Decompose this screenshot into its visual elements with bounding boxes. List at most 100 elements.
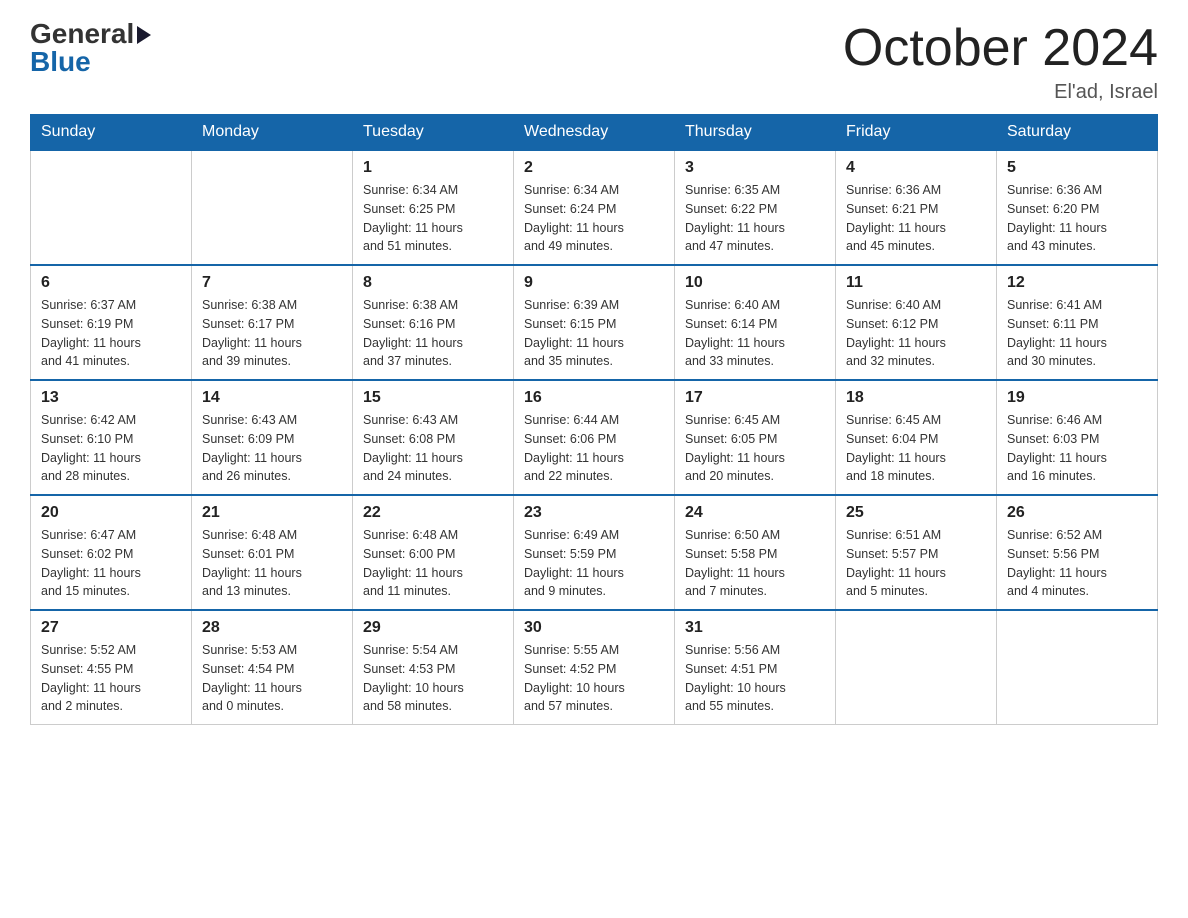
day-info: Sunrise: 6:48 AMSunset: 6:00 PMDaylight:… bbox=[363, 526, 503, 601]
day-info: Sunrise: 6:41 AMSunset: 6:11 PMDaylight:… bbox=[1007, 296, 1147, 371]
calendar-day-cell bbox=[31, 150, 192, 265]
day-number: 21 bbox=[202, 504, 342, 522]
day-number: 8 bbox=[363, 274, 503, 292]
day-info: Sunrise: 6:48 AMSunset: 6:01 PMDaylight:… bbox=[202, 526, 342, 601]
day-number: 17 bbox=[685, 389, 825, 407]
day-number: 30 bbox=[524, 619, 664, 637]
day-of-week-header: Tuesday bbox=[353, 115, 514, 151]
day-info: Sunrise: 5:55 AMSunset: 4:52 PMDaylight:… bbox=[524, 641, 664, 716]
calendar-day-cell: 21 Sunrise: 6:48 AMSunset: 6:01 PMDayligh… bbox=[192, 495, 353, 610]
day-of-week-header: Thursday bbox=[675, 115, 836, 151]
day-number: 4 bbox=[846, 159, 986, 177]
day-of-week-header: Saturday bbox=[997, 115, 1158, 151]
logo-blue-text: Blue bbox=[30, 48, 91, 76]
calendar-day-cell: 12 Sunrise: 6:41 AMSunset: 6:11 PMDayligh… bbox=[997, 265, 1158, 380]
calendar-day-cell: 14 Sunrise: 6:43 AMSunset: 6:09 PMDayligh… bbox=[192, 380, 353, 495]
day-number: 24 bbox=[685, 504, 825, 522]
day-of-week-header: Monday bbox=[192, 115, 353, 151]
day-info: Sunrise: 6:43 AMSunset: 6:09 PMDaylight:… bbox=[202, 411, 342, 486]
calendar-day-cell: 4 Sunrise: 6:36 AMSunset: 6:21 PMDaylight… bbox=[836, 150, 997, 265]
day-info: Sunrise: 6:34 AMSunset: 6:24 PMDaylight:… bbox=[524, 181, 664, 256]
day-info: Sunrise: 6:49 AMSunset: 5:59 PMDaylight:… bbox=[524, 526, 664, 601]
day-info: Sunrise: 6:52 AMSunset: 5:56 PMDaylight:… bbox=[1007, 526, 1147, 601]
day-of-week-header: Sunday bbox=[31, 115, 192, 151]
calendar-day-cell bbox=[836, 610, 997, 725]
day-of-week-header: Wednesday bbox=[514, 115, 675, 151]
calendar-day-cell: 17 Sunrise: 6:45 AMSunset: 6:05 PMDayligh… bbox=[675, 380, 836, 495]
day-number: 27 bbox=[41, 619, 181, 637]
page-header: General Blue October 2024 El'ad, Israel bbox=[30, 20, 1158, 104]
day-number: 16 bbox=[524, 389, 664, 407]
calendar-day-cell: 8 Sunrise: 6:38 AMSunset: 6:16 PMDaylight… bbox=[353, 265, 514, 380]
calendar-week-row: 13Sunrise: 6:42 AMSunset: 6:10 PMDayligh… bbox=[31, 380, 1158, 495]
calendar-day-cell: 29 Sunrise: 5:54 AMSunset: 4:53 PMDayligh… bbox=[353, 610, 514, 725]
calendar-day-cell: 2 Sunrise: 6:34 AMSunset: 6:24 PMDaylight… bbox=[514, 150, 675, 265]
logo-general-text: General bbox=[30, 20, 134, 48]
calendar-week-row: 1Sunrise: 6:34 AMSunset: 6:25 PMDaylight… bbox=[31, 150, 1158, 265]
calendar-table: SundayMondayTuesdayWednesdayThursdayFrid… bbox=[30, 114, 1158, 725]
day-number: 29 bbox=[363, 619, 503, 637]
calendar-day-cell: 5 Sunrise: 6:36 AMSunset: 6:20 PMDaylight… bbox=[997, 150, 1158, 265]
day-number: 28 bbox=[202, 619, 342, 637]
day-number: 1 bbox=[363, 159, 503, 177]
calendar-day-cell: 20Sunrise: 6:47 AMSunset: 6:02 PMDayligh… bbox=[31, 495, 192, 610]
day-info: Sunrise: 6:37 AMSunset: 6:19 PMDaylight:… bbox=[41, 296, 181, 371]
month-title: October 2024 bbox=[843, 20, 1158, 77]
day-number: 3 bbox=[685, 159, 825, 177]
day-number: 22 bbox=[363, 504, 503, 522]
calendar-week-row: 27 Sunrise: 5:52 AMSunset: 4:55 PMDayligh… bbox=[31, 610, 1158, 725]
calendar-day-cell: 30 Sunrise: 5:55 AMSunset: 4:52 PMDayligh… bbox=[514, 610, 675, 725]
day-info: Sunrise: 6:47 AMSunset: 6:02 PMDaylight:… bbox=[41, 526, 181, 601]
calendar-day-cell: 15 Sunrise: 6:43 AMSunset: 6:08 PMDayligh… bbox=[353, 380, 514, 495]
day-info: Sunrise: 6:42 AMSunset: 6:10 PMDaylight:… bbox=[41, 411, 181, 486]
calendar-day-cell: 3 Sunrise: 6:35 AMSunset: 6:22 PMDaylight… bbox=[675, 150, 836, 265]
day-info: Sunrise: 6:44 AMSunset: 6:06 PMDaylight:… bbox=[524, 411, 664, 486]
day-info: Sunrise: 6:40 AMSunset: 6:14 PMDaylight:… bbox=[685, 296, 825, 371]
day-info: Sunrise: 6:38 AMSunset: 6:16 PMDaylight:… bbox=[363, 296, 503, 371]
day-info: Sunrise: 5:56 AMSunset: 4:51 PMDaylight:… bbox=[685, 641, 825, 716]
day-info: Sunrise: 6:43 AMSunset: 6:08 PMDaylight:… bbox=[363, 411, 503, 486]
day-info: Sunrise: 6:45 AMSunset: 6:05 PMDaylight:… bbox=[685, 411, 825, 486]
calendar-week-row: 6 Sunrise: 6:37 AMSunset: 6:19 PMDaylight… bbox=[31, 265, 1158, 380]
calendar-week-row: 20Sunrise: 6:47 AMSunset: 6:02 PMDayligh… bbox=[31, 495, 1158, 610]
day-info: Sunrise: 5:54 AMSunset: 4:53 PMDaylight:… bbox=[363, 641, 503, 716]
day-info: Sunrise: 6:35 AMSunset: 6:22 PMDaylight:… bbox=[685, 181, 825, 256]
calendar-day-cell: 6 Sunrise: 6:37 AMSunset: 6:19 PMDaylight… bbox=[31, 265, 192, 380]
day-number: 14 bbox=[202, 389, 342, 407]
calendar-day-cell: 24 Sunrise: 6:50 AMSunset: 5:58 PMDayligh… bbox=[675, 495, 836, 610]
day-number: 7 bbox=[202, 274, 342, 292]
day-number: 26 bbox=[1007, 504, 1147, 522]
day-number: 15 bbox=[363, 389, 503, 407]
calendar-day-cell: 26 Sunrise: 6:52 AMSunset: 5:56 PMDayligh… bbox=[997, 495, 1158, 610]
title-block: October 2024 El'ad, Israel bbox=[843, 20, 1158, 104]
day-info: Sunrise: 5:53 AMSunset: 4:54 PMDaylight:… bbox=[202, 641, 342, 716]
day-number: 5 bbox=[1007, 159, 1147, 177]
day-number: 31 bbox=[685, 619, 825, 637]
calendar-day-cell: 7 Sunrise: 6:38 AMSunset: 6:17 PMDaylight… bbox=[192, 265, 353, 380]
day-number: 10 bbox=[685, 274, 825, 292]
day-number: 23 bbox=[524, 504, 664, 522]
calendar-day-cell: 31 Sunrise: 5:56 AMSunset: 4:51 PMDayligh… bbox=[675, 610, 836, 725]
day-number: 19 bbox=[1007, 389, 1147, 407]
calendar-header-row: SundayMondayTuesdayWednesdayThursdayFrid… bbox=[31, 115, 1158, 151]
day-info: Sunrise: 6:46 AMSunset: 6:03 PMDaylight:… bbox=[1007, 411, 1147, 486]
day-info: Sunrise: 6:38 AMSunset: 6:17 PMDaylight:… bbox=[202, 296, 342, 371]
day-number: 9 bbox=[524, 274, 664, 292]
calendar-day-cell: 13Sunrise: 6:42 AMSunset: 6:10 PMDayligh… bbox=[31, 380, 192, 495]
day-number: 6 bbox=[41, 274, 181, 292]
calendar-day-cell: 1Sunrise: 6:34 AMSunset: 6:25 PMDaylight… bbox=[353, 150, 514, 265]
day-number: 25 bbox=[846, 504, 986, 522]
calendar-day-cell bbox=[192, 150, 353, 265]
calendar-day-cell: 11Sunrise: 6:40 AMSunset: 6:12 PMDayligh… bbox=[836, 265, 997, 380]
day-info: Sunrise: 6:36 AMSunset: 6:21 PMDaylight:… bbox=[846, 181, 986, 256]
day-info: Sunrise: 6:50 AMSunset: 5:58 PMDaylight:… bbox=[685, 526, 825, 601]
day-number: 12 bbox=[1007, 274, 1147, 292]
location-label: El'ad, Israel bbox=[843, 81, 1158, 104]
day-info: Sunrise: 6:40 AMSunset: 6:12 PMDaylight:… bbox=[846, 296, 986, 371]
calendar-day-cell: 23 Sunrise: 6:49 AMSunset: 5:59 PMDayligh… bbox=[514, 495, 675, 610]
day-info: Sunrise: 5:52 AMSunset: 4:55 PMDaylight:… bbox=[41, 641, 181, 716]
day-of-week-header: Friday bbox=[836, 115, 997, 151]
day-info: Sunrise: 6:36 AMSunset: 6:20 PMDaylight:… bbox=[1007, 181, 1147, 256]
day-number: 2 bbox=[524, 159, 664, 177]
day-info: Sunrise: 6:51 AMSunset: 5:57 PMDaylight:… bbox=[846, 526, 986, 601]
